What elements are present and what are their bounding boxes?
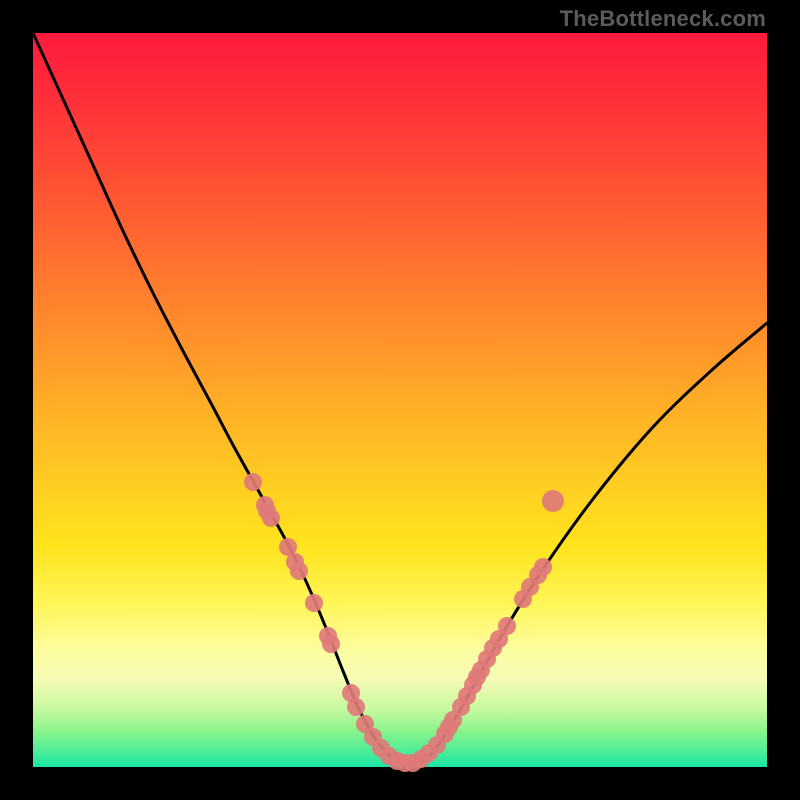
data-marker xyxy=(534,558,552,576)
chart-svg xyxy=(33,33,767,767)
chart-frame: TheBottleneck.com xyxy=(0,0,800,800)
data-marker xyxy=(290,562,308,580)
curve-line xyxy=(33,33,767,764)
data-marker xyxy=(322,635,340,653)
data-markers xyxy=(244,473,564,772)
data-marker xyxy=(244,473,262,491)
data-marker xyxy=(305,594,323,612)
data-marker xyxy=(262,509,280,527)
watermark-text: TheBottleneck.com xyxy=(560,6,766,32)
bottleneck-curve xyxy=(33,33,767,764)
data-marker xyxy=(542,490,564,512)
data-marker xyxy=(347,698,365,716)
data-marker xyxy=(498,617,516,635)
